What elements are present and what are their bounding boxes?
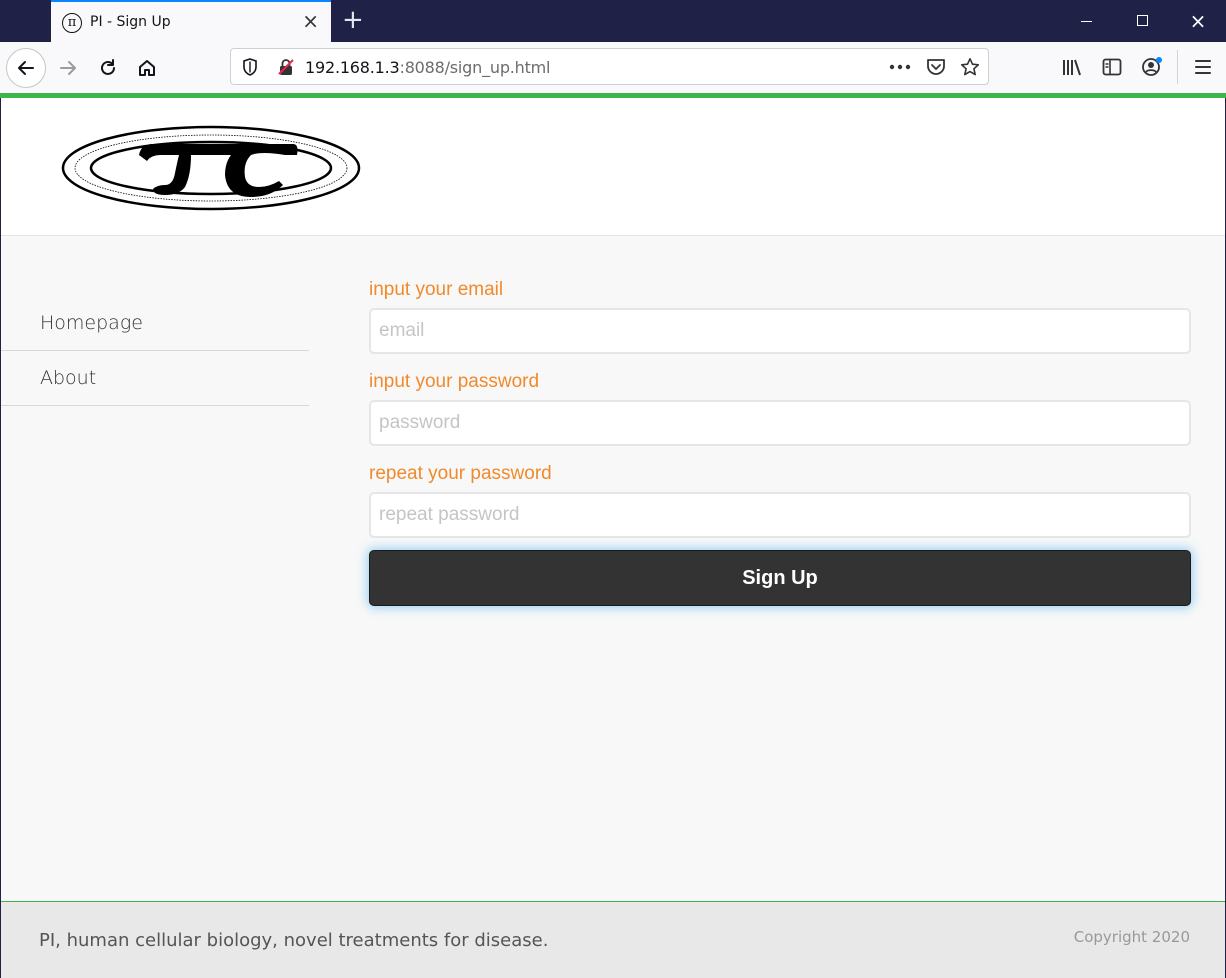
browser-tab[interactable]: π PI - Sign Up ×	[51, 0, 331, 42]
url-host: 192.168.1.3	[305, 58, 400, 77]
repeat-password-field[interactable]	[369, 492, 1191, 538]
window-close-button[interactable]: ×	[1170, 0, 1226, 42]
forward-button[interactable]	[48, 48, 88, 88]
repeat-password-label: repeat your password	[369, 463, 552, 484]
nav-item-about[interactable]: About	[1, 351, 309, 406]
sign-up-button[interactable]: Sign Up	[369, 550, 1191, 606]
email-field[interactable]	[369, 308, 1191, 354]
pi-favicon-icon: π	[62, 13, 82, 33]
new-tab-icon[interactable]: +	[342, 6, 364, 34]
email-label: input your email	[369, 279, 504, 300]
site-footer: PI, human cellular biology, novel treatm…	[1, 901, 1225, 978]
hamburger-menu-icon[interactable]	[1189, 53, 1217, 81]
tab-close-icon[interactable]: ×	[302, 11, 319, 31]
home-button[interactable]	[127, 48, 167, 88]
signup-form: input your email input your password rep…	[369, 274, 1191, 606]
bookmark-star-icon[interactable]	[959, 56, 981, 78]
password-label: input your password	[369, 371, 540, 392]
password-field[interactable]	[369, 400, 1191, 446]
account-icon[interactable]	[1138, 53, 1166, 81]
reload-icon	[101, 59, 115, 75]
library-icon[interactable]	[1058, 53, 1086, 81]
site-header	[1, 98, 1225, 236]
home-icon	[139, 60, 155, 76]
forward-arrow-icon	[60, 61, 76, 75]
sidebar-toggle-icon[interactable]	[1098, 53, 1126, 81]
url-path: :8088/sign_up.html	[399, 58, 551, 77]
page-content: Homepage About input your email input yo…	[0, 98, 1226, 978]
back-button[interactable]	[6, 48, 46, 88]
copyright-text: Copyright 2020	[1073, 928, 1190, 946]
browser-navbar: 192.168.1.3:8088/sign_up.html	[0, 42, 1226, 93]
pocket-icon[interactable]	[925, 56, 947, 78]
reload-button[interactable]	[88, 48, 128, 88]
url-text: 192.168.1.3:8088/sign_up.html	[305, 58, 551, 77]
side-menu: Homepage About	[1, 296, 309, 406]
maximize-button[interactable]	[1114, 0, 1170, 42]
footer-tagline: PI, human cellular biology, novel treatm…	[39, 930, 549, 951]
tab-title: PI - Sign Up	[90, 14, 171, 30]
address-bar[interactable]: 192.168.1.3:8088/sign_up.html	[230, 48, 989, 85]
browser-titlebar: π PI - Sign Up × + ×	[0, 0, 1226, 42]
insecure-lock-icon[interactable]	[275, 56, 297, 78]
toolbar-separator	[1177, 50, 1178, 84]
pi-logo-icon[interactable]	[61, 125, 361, 211]
nav-item-homepage[interactable]: Homepage	[1, 296, 309, 351]
more-actions-icon[interactable]	[889, 56, 911, 78]
minimize-button[interactable]	[1058, 0, 1114, 42]
tracking-shield-icon[interactable]	[239, 56, 261, 78]
back-arrow-icon	[18, 61, 34, 75]
